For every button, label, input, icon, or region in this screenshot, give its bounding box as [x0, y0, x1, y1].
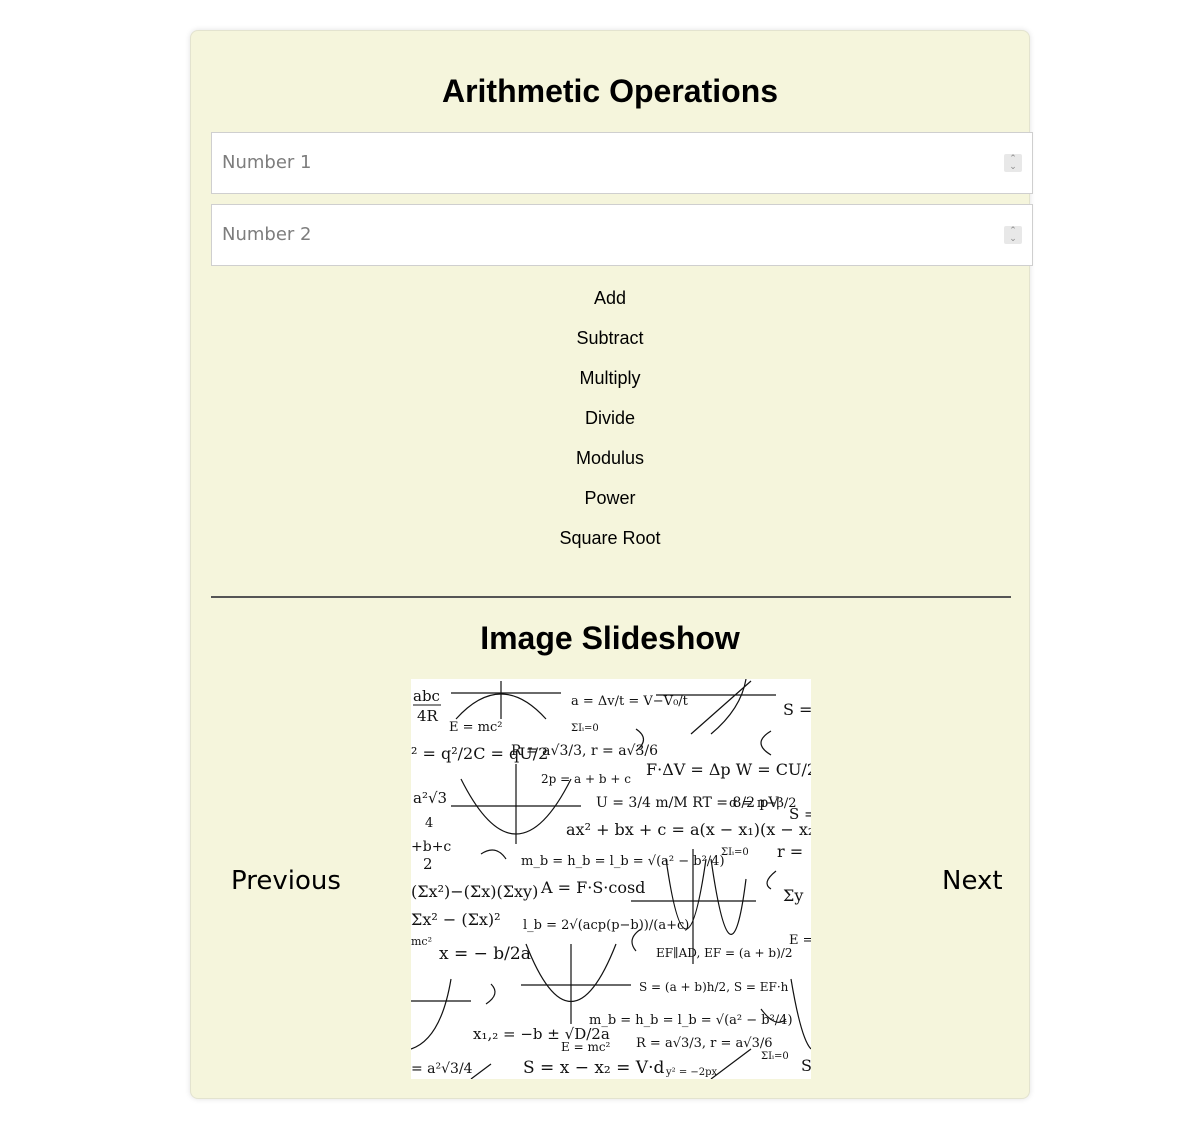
svg-text:E =: E = — [789, 933, 811, 948]
svg-text:x = − b/2a: x = − b/2a — [439, 944, 531, 964]
multiply-button[interactable]: Multiply — [191, 365, 1029, 391]
arithmetic-title: Arithmetic Operations — [441, 73, 779, 109]
modulus-button[interactable]: Modulus — [191, 445, 1029, 471]
number2-placeholder: Number 2 — [222, 224, 312, 245]
next-button[interactable]: Next — [942, 865, 1003, 897]
number2-input[interactable]: Number 2 ⌃ ⌄ — [211, 204, 1033, 266]
svg-text:Σy: Σy — [783, 886, 803, 905]
add-button[interactable]: Add — [191, 285, 1029, 311]
svg-text:S = x − x₂ = V·d: S = x − x₂ = V·d — [523, 1058, 664, 1078]
svg-text:+b+c: +b+c — [411, 839, 451, 855]
svg-text:m_b = h_b = l_b = √(a² − b²/4): m_b = h_b = l_b = √(a² − b²/4) — [589, 1013, 793, 1028]
svg-text:S =: S = — [783, 700, 811, 719]
svg-text:y² = −2px: y² = −2px — [665, 1067, 718, 1078]
power-button[interactable]: Power — [191, 485, 1029, 511]
svg-text:F·ΔV = Δp W = CU/2: F·ΔV = Δp W = CU/2 — [646, 760, 811, 779]
svg-text:ΣIᵢ=0: ΣIᵢ=0 — [571, 723, 599, 734]
svg-text:4R: 4R — [417, 707, 439, 725]
section-divider — [211, 596, 1011, 598]
svg-text:E = mc²: E = mc² — [561, 1040, 611, 1054]
svg-text:mc²: mc² — [411, 935, 432, 948]
svg-text:S = (a + b)h/2, S = EF·h: S = (a + b)h/2, S = EF·h — [639, 980, 789, 994]
main-panel: Arithmetic Operations Number 1 ⌃ ⌄ Number… — [190, 30, 1033, 1099]
svg-text:(Σx²)−(Σx)(Σxy): (Σx²)−(Σx)(Σxy) — [411, 882, 538, 901]
svg-text:a²√3: a²√3 — [413, 789, 447, 807]
svg-text:Σx² − (Σx)²: Σx² − (Σx)² — [411, 910, 501, 929]
slideshow-title: Image Slideshow — [480, 620, 740, 656]
svg-text:S: S — [801, 1056, 811, 1075]
svg-text:ΣIᵢ=0: ΣIᵢ=0 — [721, 847, 749, 858]
slideshow-image: abc 4R E = mc² a = Δv/t = V−V₀/t ΣIᵢ=0 S… — [411, 679, 811, 1079]
svg-text:R = a√3/3, r = a√3/6: R = a√3/3, r = a√3/6 — [511, 743, 658, 759]
math-formulas-image: abc 4R E = mc² a = Δv/t = V−V₀/t ΣIᵢ=0 S… — [411, 679, 811, 1079]
svg-text:abc: abc — [413, 687, 440, 705]
svg-text:2: 2 — [423, 855, 433, 873]
svg-text:m_b = h_b = l_b = √(a² − b²/4): m_b = h_b = l_b = √(a² − b²/4) — [521, 854, 725, 869]
svg-text:4: 4 — [425, 816, 433, 831]
subtract-button[interactable]: Subtract — [191, 325, 1029, 351]
svg-text:α = π−β/2: α = π−β/2 — [729, 796, 797, 811]
previous-button[interactable]: Previous — [231, 865, 341, 897]
svg-text:r =: r = — [777, 842, 803, 861]
divide-button[interactable]: Divide — [191, 405, 1029, 431]
number1-spinner-icon[interactable]: ⌃ ⌄ — [1004, 154, 1022, 172]
svg-text:a = Δv/t = V−V₀/t: a = Δv/t = V−V₀/t — [571, 694, 689, 709]
svg-text:R = a√3/3, r = a√3/6: R = a√3/3, r = a√3/6 — [636, 1036, 773, 1051]
svg-text:= a²√3/4: = a²√3/4 — [411, 1061, 473, 1077]
svg-text:ax² + bx + c = a(x − x₁)(x − x: ax² + bx + c = a(x − x₁)(x − x₂) — [566, 820, 811, 839]
svg-text:EF∥AD, EF = (a + b)/2: EF∥AD, EF = (a + b)/2 — [656, 946, 792, 960]
number1-placeholder: Number 1 — [222, 152, 312, 173]
svg-text:ΣIᵢ=0: ΣIᵢ=0 — [761, 1051, 789, 1062]
svg-text:E = mc²: E = mc² — [449, 720, 502, 735]
number1-input[interactable]: Number 1 ⌃ ⌄ — [211, 132, 1033, 194]
svg-text:2p = a + b + c: 2p = a + b + c — [541, 772, 631, 786]
svg-text:l_b = 2√(acp(p−b))/(a+c): l_b = 2√(acp(p−b))/(a+c) — [523, 918, 689, 933]
square-root-button[interactable]: Square Root — [191, 525, 1029, 551]
number2-spinner-icon[interactable]: ⌃ ⌄ — [1004, 226, 1022, 244]
svg-text:A = F·S·cosd: A = F·S·cosd — [540, 878, 645, 897]
